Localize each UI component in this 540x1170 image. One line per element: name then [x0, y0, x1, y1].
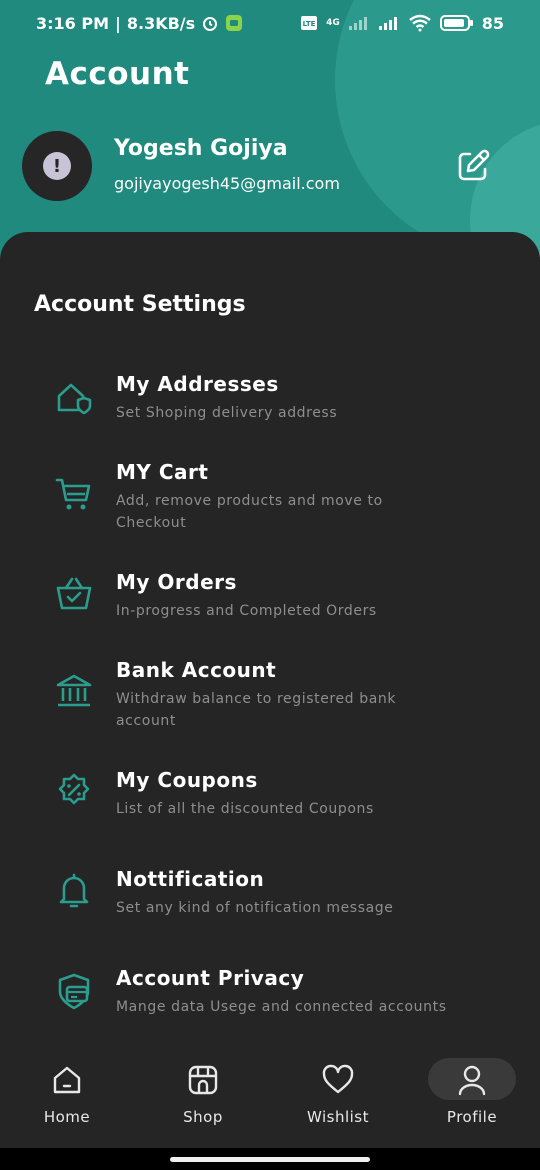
settings-sheet: Account Settings My Addresses Set Shopin…: [0, 232, 540, 1052]
menu-subtitle: Add, remove products and move to Checkou…: [116, 493, 383, 531]
status-bar: 3:16 PM | 8.3KB/s LTE 4G 85: [0, 0, 540, 46]
battery-level: 85: [481, 13, 504, 33]
menu-item-bank-account[interactable]: Bank Account Withdraw balance to registe…: [0, 658, 540, 734]
menu-title: My Addresses: [116, 372, 279, 396]
nav-item-wishlist[interactable]: Wishlist: [288, 1052, 388, 1148]
battery-icon: [439, 15, 474, 31]
cart-icon: [55, 478, 91, 510]
alert-icon: !: [43, 152, 71, 180]
status-time: 3:16 PM: [36, 13, 110, 33]
menu-subtitle: Withdraw balance to registered bank acco…: [116, 691, 397, 729]
menu-item-notification[interactable]: Nottification Set any kind of notificati…: [0, 867, 540, 927]
heart-icon: [322, 1064, 354, 1094]
bank-icon: [56, 674, 92, 707]
bottom-nav: Home Shop Wishlist Profile: [0, 1052, 540, 1148]
menu-item-my-cart[interactable]: MY Cart Add, remove products and move to…: [0, 460, 540, 536]
user-icon: [458, 1065, 486, 1096]
menu-item-my-orders[interactable]: My Orders In-progress and Completed Orde…: [0, 570, 540, 630]
nav-label: Home: [43, 1108, 91, 1126]
menu-title: My Orders: [116, 570, 237, 594]
menu-subtitle: Set any kind of notification message: [116, 900, 394, 916]
home-shield-icon: [57, 383, 92, 415]
menu-subtitle: Set Shoping delivery address: [116, 405, 338, 421]
basket-icon: [56, 577, 92, 610]
user-name: Yogesh Gojiya: [114, 136, 288, 161]
page-title: Account: [45, 56, 190, 92]
user-email: gojiyayogesh45@gmail.com: [114, 174, 340, 193]
svg-text:LTE: LTE: [303, 20, 316, 28]
wifi-icon: [408, 14, 432, 32]
menu-subtitle: In-progress and Completed Orders: [116, 603, 377, 619]
signal-icon: [348, 15, 370, 31]
status-separator: |: [115, 13, 121, 33]
edit-icon: [458, 149, 490, 181]
menu-item-my-coupons[interactable]: My Coupons List of all the discounted Co…: [0, 768, 540, 828]
avatar[interactable]: !: [22, 131, 92, 201]
nav-label: Shop: [183, 1108, 223, 1126]
menu-title: MY Cart: [116, 460, 209, 484]
privacy-card-icon: [58, 973, 90, 1010]
edit-profile-button[interactable]: [455, 148, 491, 184]
volte-icon: LTE: [300, 15, 318, 31]
nav-item-home[interactable]: Home: [17, 1052, 117, 1148]
home-indicator[interactable]: [170, 1157, 370, 1162]
menu-title: My Coupons: [116, 768, 258, 792]
nav-item-profile[interactable]: Profile: [422, 1052, 522, 1148]
menu-title: Account Privacy: [116, 966, 305, 990]
menu-item-account-privacy[interactable]: Account Privacy Mange data Usege and con…: [0, 966, 540, 1026]
menu-subtitle: List of all the discounted Coupons: [116, 801, 374, 817]
status-speed: 8.3KB/s: [126, 13, 196, 33]
nav-label: Wishlist: [306, 1108, 370, 1126]
bell-icon: [59, 873, 89, 908]
nav-item-shop[interactable]: Shop: [153, 1052, 253, 1148]
app-notification-icon: [225, 14, 243, 32]
shop-icon: [188, 1065, 218, 1095]
coupon-icon: [58, 773, 90, 805]
alarm-icon: [201, 14, 219, 32]
network-type: 4G: [326, 18, 340, 28]
section-title: Account Settings: [34, 292, 246, 317]
menu-title: Nottification: [116, 867, 265, 891]
menu-title: Bank Account: [116, 658, 277, 682]
home-icon: [53, 1066, 81, 1094]
signal-icon-2: [378, 15, 400, 31]
menu-subtitle: Mange data Usege and connected accounts: [116, 999, 447, 1015]
menu-item-my-addresses[interactable]: My Addresses Set Shoping delivery addres…: [0, 372, 540, 432]
nav-label: Profile: [446, 1108, 498, 1126]
